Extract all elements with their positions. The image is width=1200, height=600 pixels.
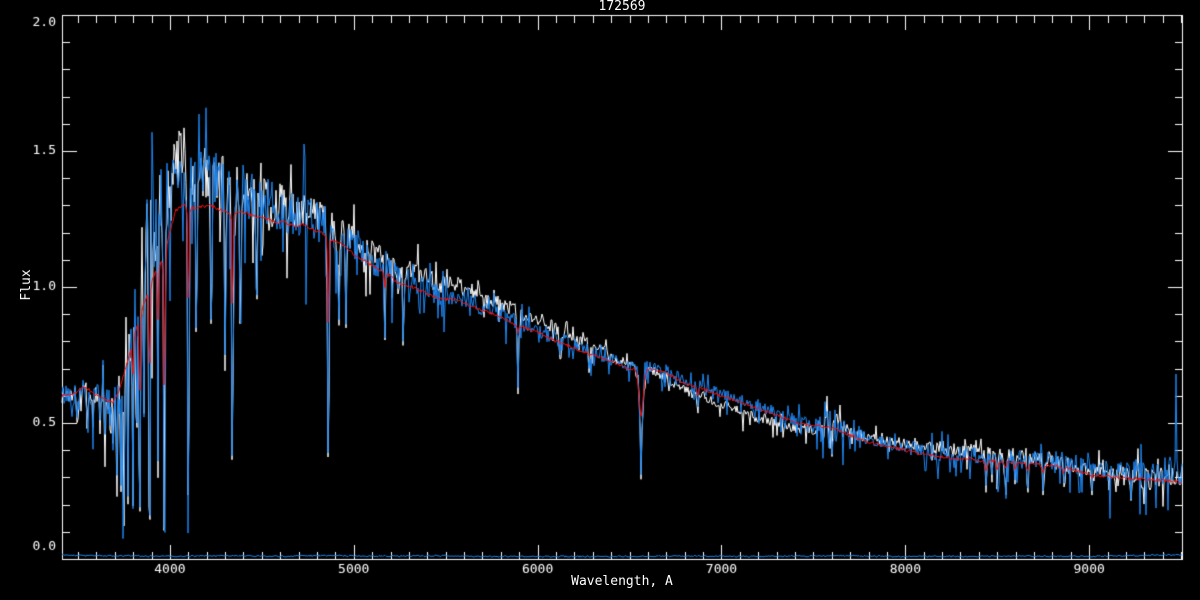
x-axis-label: Wavelength, A — [571, 574, 673, 589]
plot-title: 172569 — [598, 0, 646, 14]
y-axis-label: Flux — [19, 269, 34, 301]
spectrum-plot-figure: 172569 Wavelength, A Flux — [0, 0, 1200, 600]
spectrum-canvas — [0, 0, 1200, 600]
